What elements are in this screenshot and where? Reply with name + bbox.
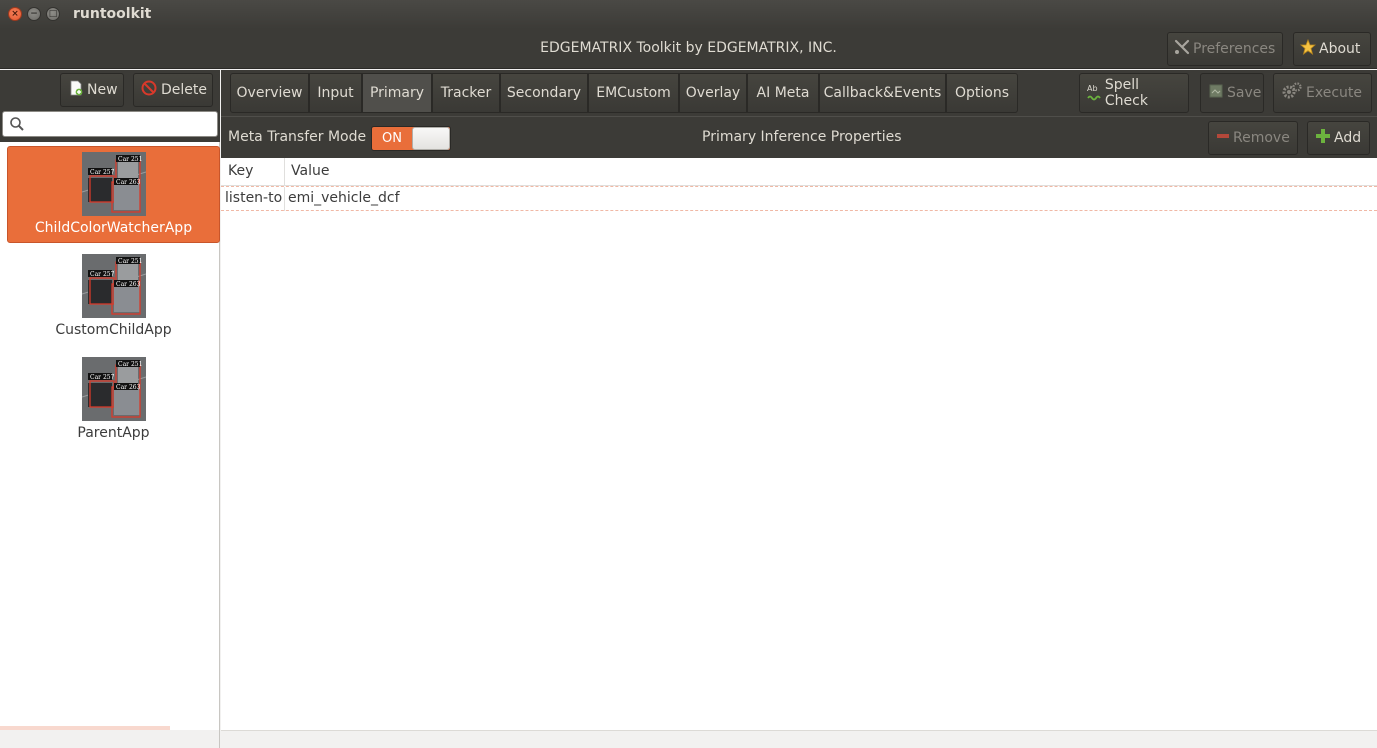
about-button[interactable]: About — [1293, 32, 1371, 66]
sidebar-bottom — [0, 730, 220, 748]
search-icon — [9, 116, 25, 136]
tab-ai-meta[interactable]: AI Meta — [747, 73, 819, 113]
search-container — [0, 110, 220, 142]
app-item-parentapp[interactable]: Car 251 Car 257 Car 263 ParentApp — [7, 352, 220, 449]
column-divider — [284, 187, 285, 211]
tab-tracker[interactable]: Tracker — [432, 73, 500, 113]
title-bar: × − □ runtoolkit — [0, 0, 1377, 29]
meta-transfer-mode-label: Meta Transfer Mode — [228, 129, 367, 145]
preferences-button[interactable]: Preferences — [1167, 32, 1283, 66]
window-title: runtoolkit — [73, 6, 152, 22]
property-bar: Meta Transfer Mode ON Primary Inference … — [221, 116, 1377, 158]
delete-icon — [141, 80, 157, 100]
table-scrollbar[interactable] — [221, 730, 1377, 748]
tab-callback-events[interactable]: Callback&Events — [819, 73, 946, 113]
delete-label: Delete — [161, 82, 207, 98]
column-header-key[interactable]: Key — [228, 163, 253, 179]
thumb-label-c: Car 263 — [116, 281, 141, 288]
thumb-label-c: Car 263 — [116, 384, 141, 391]
tab-input[interactable]: Input — [309, 73, 362, 113]
app-item-label: CustomChildApp — [55, 322, 172, 338]
spell-check-button[interactable]: Ab Spell Check — [1079, 73, 1189, 113]
table-cell-value[interactable]: emi_vehicle_dcf — [288, 190, 400, 206]
gears-icon — [1281, 81, 1303, 105]
app-item-childcolorwatcherapp[interactable]: Car 251 Car 257 Car 263 ChildColorWatche… — [7, 146, 220, 243]
add-label: Add — [1334, 130, 1362, 146]
table-header: Key Value — [221, 158, 1377, 186]
tab-options[interactable]: Options — [946, 73, 1018, 113]
preferences-tools-icon — [1174, 39, 1190, 59]
switch-state-label: ON — [382, 131, 402, 146]
sidebar-toolbar: New Delete — [0, 70, 220, 110]
delete-button[interactable]: Delete — [133, 73, 213, 107]
preferences-label: Preferences — [1193, 41, 1276, 57]
spell-check-icon: Ab — [1087, 84, 1102, 102]
meta-transfer-mode-switch[interactable]: ON — [371, 126, 451, 151]
maximize-window-button[interactable]: □ — [46, 7, 60, 21]
header-bar: EDGEMATRIX Toolkit by EDGEMATRIX, INC. P… — [0, 29, 1377, 69]
about-label: About — [1319, 41, 1361, 57]
column-header-value[interactable]: Value — [291, 163, 329, 179]
thumb-label-a: Car 251 — [118, 156, 142, 163]
add-button[interactable]: Add — [1307, 121, 1370, 155]
tab-overview[interactable]: Overview — [230, 73, 309, 113]
add-icon — [1315, 128, 1331, 148]
tab-bar: Overview Input Primary Tracker Secondary… — [221, 70, 1377, 116]
app-thumbnail: Car 251 Car 257 Car 263 — [81, 152, 146, 216]
thumb-label-a: Car 251 — [118, 258, 142, 265]
remove-icon — [1216, 129, 1230, 147]
app-item-label: ParentApp — [77, 425, 150, 441]
switch-knob — [412, 127, 450, 150]
thumb-label-b: Car 257 — [90, 169, 115, 176]
search-input[interactable] — [2, 111, 218, 137]
app-item-customchildapp[interactable]: Car 251 Car 257 Car 263 CustomChildApp — [7, 249, 220, 346]
close-window-button[interactable]: × — [8, 7, 22, 21]
app-icon-list: Car 251 Car 257 Car 263 ChildColorWatche… — [0, 142, 220, 730]
app-item-label: ChildColorWatcherApp — [34, 220, 193, 236]
execute-label: Execute — [1306, 85, 1362, 101]
thumb-label-b: Car 257 — [90, 374, 115, 381]
thumb-label-a: Car 251 — [118, 361, 142, 368]
remove-label: Remove — [1233, 130, 1290, 146]
column-divider — [284, 158, 285, 186]
tab-primary[interactable]: Primary — [362, 73, 432, 113]
properties-table: Key Value listen-to emi_vehicle_dcf — [221, 158, 1377, 730]
spell-check-label: Spell Check — [1104, 77, 1148, 109]
new-label: New — [87, 82, 118, 98]
properties-title: Primary Inference Properties — [702, 129, 902, 145]
new-button[interactable]: New — [60, 73, 124, 107]
star-icon — [1299, 38, 1317, 59]
tab-emcustom[interactable]: EMCustom — [588, 73, 679, 113]
minimize-window-button[interactable]: − — [27, 7, 41, 21]
thumb-label-b: Car 257 — [90, 271, 115, 278]
table-cell-key[interactable]: listen-to — [225, 190, 282, 206]
execute-button[interactable]: Execute — [1273, 73, 1372, 113]
remove-button[interactable]: Remove — [1208, 121, 1298, 155]
save-icon — [1208, 83, 1224, 103]
save-button[interactable]: Save — [1200, 73, 1264, 113]
app-thumbnail: Car 251 Car 257 Car 263 — [81, 254, 146, 318]
new-document-icon — [68, 80, 84, 100]
table-row[interactable]: listen-to emi_vehicle_dcf — [221, 186, 1377, 211]
save-label: Save — [1227, 85, 1262, 101]
app-thumbnail: Car 251 Car 257 Car 263 — [81, 357, 146, 421]
tab-secondary[interactable]: Secondary — [500, 73, 588, 113]
tab-overlay[interactable]: Overlay — [679, 73, 747, 113]
thumb-label-c: Car 263 — [116, 179, 141, 186]
